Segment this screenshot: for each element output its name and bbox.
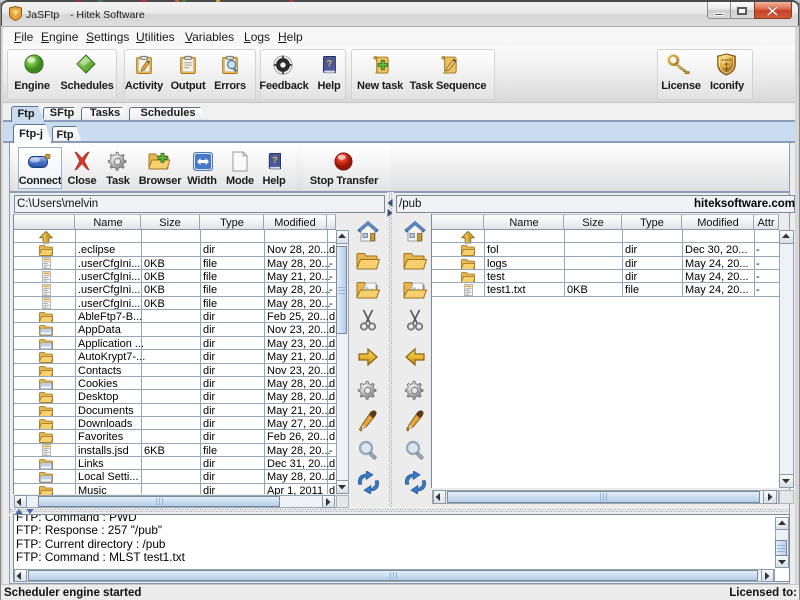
svg-text:?: ? bbox=[272, 155, 277, 165]
svg-text:JaSFtp: JaSFtp bbox=[722, 58, 732, 62]
svg-text:?: ? bbox=[327, 58, 333, 69]
